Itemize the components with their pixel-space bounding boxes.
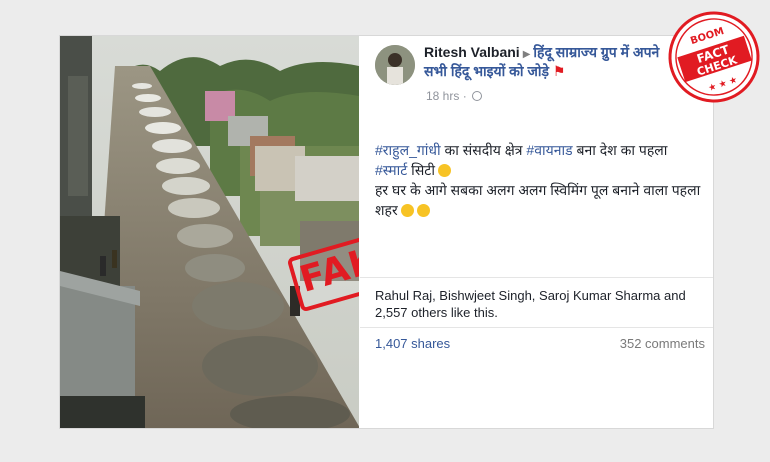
divider: [360, 327, 713, 328]
smile-emoji-icon: [437, 164, 451, 177]
divider: [360, 277, 713, 278]
avatar-image: [375, 45, 415, 85]
author-avatar[interactable]: [375, 45, 415, 85]
post-text-segment: सिटी: [407, 162, 435, 178]
globe-icon: [471, 91, 482, 101]
flag-icon: ⚑: [548, 63, 566, 79]
waterlogged-street-image: [60, 36, 359, 428]
post-text-segment: का संसदीय क्षेत्र: [440, 142, 527, 158]
boom-fact-check-badge: BOOM FACT CHECK ★ ★ ★: [665, 8, 763, 106]
post-text: #राहुल_गांधी का संसदीय क्षेत्र #वायनाड ब…: [375, 140, 705, 220]
shares-link[interactable]: 1,407 shares: [375, 336, 450, 351]
post-meta: 18 hrs ·: [426, 89, 482, 103]
facebook-post-card: FAKE Ritesh Valbani ▶ हिंदू साम्राज्य ग्रु…: [59, 35, 714, 429]
hashtag-smart[interactable]: #स्मार्ट: [375, 162, 407, 178]
triangle-right-icon: ▶: [522, 49, 531, 60]
post-content: Ritesh Valbani ▶ हिंदू साम्राज्य ग्रुप में…: [360, 36, 713, 428]
likes-summary[interactable]: Rahul Raj, Bishwjeet Singh, Saroj Kumar …: [375, 287, 700, 321]
hashtag-rahul-gandhi[interactable]: #राहुल_गांधी: [375, 142, 441, 158]
comments-link[interactable]: 352 comments: [620, 336, 705, 351]
hashtag-wayanad[interactable]: #वायनाड: [526, 142, 572, 158]
post-header: Ritesh Valbani ▶ हिंदू साम्राज्य ग्रुप में…: [424, 44, 664, 80]
fact-check-logo: BOOM FACT CHECK ★ ★ ★: [668, 11, 760, 103]
author-name[interactable]: Ritesh Valbani: [424, 44, 520, 60]
post-text-segment: बना देश का पहला: [572, 142, 668, 158]
laughing-emoji-icon: [400, 204, 414, 217]
laughing-emoji-icon: [416, 204, 430, 217]
post-timestamp[interactable]: 18 hrs: [426, 89, 459, 103]
post-photo[interactable]: FAKE: [60, 36, 359, 428]
